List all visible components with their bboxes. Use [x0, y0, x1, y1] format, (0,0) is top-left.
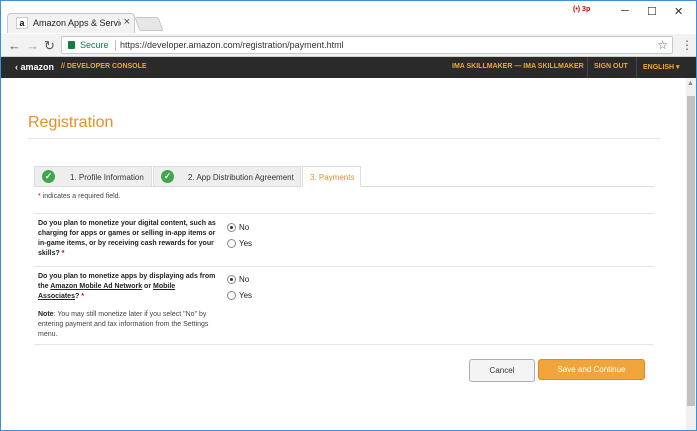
radio-label: Yes — [239, 291, 253, 300]
secure-label: Secure — [80, 40, 109, 50]
step-label: 3. Payments — [310, 173, 355, 182]
monetize-content-no-radio[interactable]: No — [227, 223, 249, 232]
minimize-icon[interactable]: ─ — [621, 5, 629, 17]
amazon-mobile-ad-network-link[interactable]: Amazon Mobile Ad Network — [50, 283, 142, 290]
address-bar[interactable]: Secure https://developer.amazon.com/regi… — [61, 36, 673, 54]
amazon-logo[interactable]: ‹ amazon — [15, 62, 54, 72]
close-window-icon[interactable]: ✕ — [674, 5, 683, 18]
radio-unselected-icon[interactable] — [227, 291, 236, 300]
extension-badge-icon[interactable]: (•) 3p — [573, 6, 590, 13]
monetize-content-yes-radio[interactable]: Yes — [227, 239, 252, 248]
monetize-ads-no-radio[interactable]: No — [227, 275, 249, 284]
required-star: * — [61, 250, 65, 257]
browser-tab[interactable]: a Amazon Apps & Services × — [7, 13, 135, 33]
tab-app-distribution-agreement[interactable]: ✓ 2. App Distribution Agreement — [153, 166, 301, 187]
note-label: Note — [38, 311, 54, 318]
user-account-link[interactable]: IMA SKILLMAKER — IMA SKILLMAKER — [452, 63, 584, 70]
step-label: 1. Profile Information — [70, 173, 144, 182]
browser-menu-icon[interactable]: ⋮ — [681, 38, 693, 52]
developer-console-header: ‹ amazon // DEVELOPER CONSOLE IMA SKILLM… — [1, 57, 696, 78]
scroll-up-icon[interactable]: ▲ — [687, 80, 694, 87]
bookmark-star-icon[interactable]: ☆ — [657, 38, 668, 52]
monetize-content-question: Do you plan to monetize your digital con… — [38, 219, 216, 259]
required-star: * — [81, 293, 84, 300]
title-bar: a Amazon Apps & Services × (•) 3p ─ ☐ ✕ — [1, 1, 696, 34]
language-selector[interactable]: ENGLISH ▾ — [643, 63, 680, 71]
question-text: Do you plan to monetize your digital con… — [38, 220, 216, 257]
reload-icon[interactable]: ↻ — [44, 38, 55, 54]
monetize-ads-question: Do you plan to monetize apps by displayi… — [38, 272, 216, 302]
developer-console-label[interactable]: // DEVELOPER CONSOLE — [61, 63, 147, 70]
maximize-icon[interactable]: ☐ — [647, 5, 657, 18]
required-field-note: * indicates a required field. — [38, 193, 121, 200]
question-middle: or — [142, 283, 153, 290]
browser-window: a Amazon Apps & Services × (•) 3p ─ ☐ ✕ … — [0, 0, 697, 431]
check-icon: ✓ — [161, 170, 174, 183]
title-divider — [28, 138, 660, 139]
back-icon[interactable]: ← — [8, 38, 21, 53]
header-divider — [636, 57, 637, 78]
radio-label: No — [239, 223, 250, 232]
check-icon: ✓ — [42, 170, 55, 183]
tab-title: Amazon Apps & Services — [33, 18, 121, 28]
required-note-text: indicates a required field. — [40, 193, 121, 200]
browser-toolbar: ← → ↻ Secure https://developer.amazon.co… — [1, 34, 696, 57]
tab-profile-information[interactable]: ✓ 1. Profile Information — [34, 166, 152, 187]
radio-unselected-icon[interactable] — [227, 239, 236, 248]
radio-selected-icon[interactable] — [227, 275, 236, 284]
amazon-favicon-icon: a — [16, 17, 28, 29]
address-divider — [115, 40, 116, 51]
note-text: : You may still monetize later if you se… — [38, 311, 209, 338]
page-content: Registration ✓ 1. Profile Information ✓ … — [1, 78, 686, 430]
monetize-note: Note: You may still monetize later if yo… — [38, 310, 216, 340]
tab-payments[interactable]: 3. Payments — [302, 166, 361, 187]
cancel-button[interactable]: Cancel — [469, 359, 535, 382]
close-tab-icon[interactable]: × — [124, 16, 130, 28]
question-divider — [34, 344, 654, 345]
forward-icon[interactable]: → — [26, 38, 39, 53]
page-scrollbar[interactable]: ▲ — [686, 78, 696, 430]
radio-selected-icon[interactable] — [227, 223, 236, 232]
radio-label: No — [239, 275, 250, 284]
scrollbar-thumb[interactable] — [687, 96, 695, 406]
question-divider — [34, 266, 654, 267]
question-suffix: ? — [74, 293, 80, 300]
step-label: 2. App Distribution Agreement — [188, 173, 294, 182]
header-divider — [587, 57, 588, 78]
url-text[interactable]: https://developer.amazon.com/registratio… — [120, 40, 344, 50]
page-title: Registration — [28, 114, 114, 131]
radio-label: Yes — [239, 239, 253, 248]
save-and-continue-button[interactable]: Save and Continue — [538, 359, 645, 380]
sign-out-link[interactable]: SIGN OUT — [594, 63, 628, 70]
registration-steps: ✓ 1. Profile Information ✓ 2. App Distri… — [34, 166, 654, 187]
lock-icon — [68, 41, 75, 49]
question-divider — [34, 213, 654, 214]
monetize-ads-yes-radio[interactable]: Yes — [227, 291, 252, 300]
new-tab-button[interactable] — [134, 17, 164, 31]
